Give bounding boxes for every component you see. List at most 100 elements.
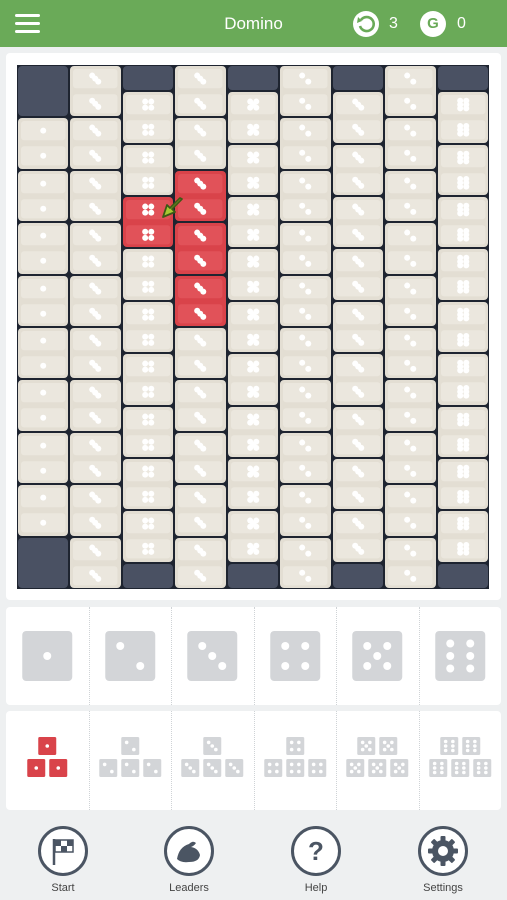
board-tile[interactable]: [18, 328, 69, 379]
pyramid-slot-3[interactable]: [171, 711, 255, 810]
board-tile[interactable]: [385, 432, 436, 484]
board-tile[interactable]: [332, 197, 384, 248]
board-tile[interactable]: [227, 249, 279, 300]
dice-slot-3[interactable]: [171, 607, 255, 705]
board-tile[interactable]: [122, 92, 174, 143]
board-tile[interactable]: [18, 275, 69, 326]
dice-slot-6[interactable]: [419, 607, 502, 705]
settings-button[interactable]: Settings: [403, 826, 483, 894]
board-tile[interactable]: [385, 485, 436, 536]
leaders-button[interactable]: Leaders: [149, 826, 229, 894]
board-tile[interactable]: [70, 380, 121, 431]
board-tile[interactable]: [18, 485, 69, 536]
board-tile[interactable]: [280, 380, 331, 431]
board-tile[interactable]: [175, 328, 226, 379]
board-tile[interactable]: [280, 485, 331, 536]
board-tile[interactable]: [227, 144, 279, 195]
board-tile[interactable]: [332, 144, 384, 195]
board-tile[interactable]: [70, 66, 121, 117]
board-tile[interactable]: [175, 118, 226, 169]
board-tile[interactable]: [385, 118, 436, 169]
selected-tile[interactable]: [175, 275, 226, 326]
board-tile[interactable]: [385, 223, 436, 274]
dice-slot-1[interactable]: [6, 607, 90, 705]
pyramid-slot-5[interactable]: [336, 711, 420, 810]
pyramid-slot-6[interactable]: [419, 711, 502, 810]
board-tile[interactable]: [385, 66, 436, 117]
board-tile[interactable]: [175, 432, 226, 484]
board-tile[interactable]: [70, 485, 121, 536]
board-tile[interactable]: [437, 354, 488, 405]
board-tile[interactable]: [437, 511, 488, 562]
board-tile[interactable]: [437, 406, 488, 457]
board-tile[interactable]: [227, 459, 279, 510]
dice-slot-4[interactable]: [254, 607, 337, 705]
board-tile[interactable]: [227, 406, 279, 457]
board-tile[interactable]: [332, 354, 384, 405]
board-tile[interactable]: [227, 197, 279, 248]
board-tile[interactable]: [227, 301, 279, 353]
board-tile[interactable]: [385, 537, 436, 588]
board-tile[interactable]: [70, 223, 121, 274]
board-tile[interactable]: [280, 223, 331, 274]
board-tile[interactable]: [70, 118, 121, 169]
board-tile[interactable]: [385, 170, 436, 222]
board-tile[interactable]: [280, 275, 331, 326]
board-tile[interactable]: [437, 197, 488, 248]
board-tile[interactable]: [385, 328, 436, 379]
board-tile[interactable]: [437, 144, 488, 195]
board-tile[interactable]: [332, 459, 384, 510]
board-tile[interactable]: [122, 459, 174, 510]
start-button[interactable]: Start: [23, 826, 103, 894]
board-tile[interactable]: [122, 249, 174, 300]
board-tile[interactable]: [437, 249, 488, 300]
game-board[interactable]: [17, 65, 489, 589]
board-tile[interactable]: [227, 92, 279, 143]
board-tile[interactable]: [280, 118, 331, 169]
board-tile[interactable]: [437, 459, 488, 510]
board-tile[interactable]: [70, 328, 121, 379]
board-tile[interactable]: [18, 223, 69, 274]
board-tile[interactable]: [280, 432, 331, 484]
board-tile[interactable]: [122, 144, 174, 195]
board-tile[interactable]: [175, 537, 226, 588]
board-tile[interactable]: [332, 406, 384, 457]
board-tile[interactable]: [122, 511, 174, 562]
board-tile[interactable]: [70, 537, 121, 588]
board-tile[interactable]: [332, 301, 384, 353]
board-tile[interactable]: [227, 354, 279, 405]
board-tile[interactable]: [175, 380, 226, 431]
selected-tile[interactable]: [175, 223, 226, 274]
board-tile[interactable]: [437, 92, 488, 143]
board-tile[interactable]: [70, 432, 121, 484]
board-tile[interactable]: [280, 328, 331, 379]
board-tile[interactable]: [18, 170, 69, 222]
board-tile[interactable]: [437, 301, 488, 353]
pyramid-slot-2[interactable]: [89, 711, 172, 810]
board-tile[interactable]: [122, 406, 174, 457]
undo-icon[interactable]: [353, 11, 379, 37]
board-tile[interactable]: [280, 66, 331, 117]
board-tile[interactable]: [175, 66, 226, 117]
dice-slot-2[interactable]: [89, 607, 172, 705]
board-tile[interactable]: [385, 275, 436, 326]
board-tile[interactable]: [70, 275, 121, 326]
pyramid-slot-4[interactable]: [254, 711, 337, 810]
help-button[interactable]: ? Help: [276, 826, 356, 894]
dice-slot-5[interactable]: [336, 607, 420, 705]
board-tile[interactable]: [18, 118, 69, 169]
board-tile[interactable]: [18, 380, 69, 431]
board-tile[interactable]: [332, 92, 384, 143]
board-tile[interactable]: [332, 249, 384, 300]
board-tile[interactable]: [332, 511, 384, 562]
board-tile[interactable]: [175, 485, 226, 536]
board-tile[interactable]: [227, 511, 279, 562]
board-tile[interactable]: [70, 170, 121, 222]
board-tile[interactable]: [385, 380, 436, 431]
board-tile[interactable]: [280, 170, 331, 222]
board-tile[interactable]: [122, 301, 174, 353]
board-tile[interactable]: [280, 537, 331, 588]
board-tile[interactable]: [18, 432, 69, 484]
pyramid-slot-1[interactable]: [6, 711, 90, 810]
board-tile[interactable]: [122, 354, 174, 405]
